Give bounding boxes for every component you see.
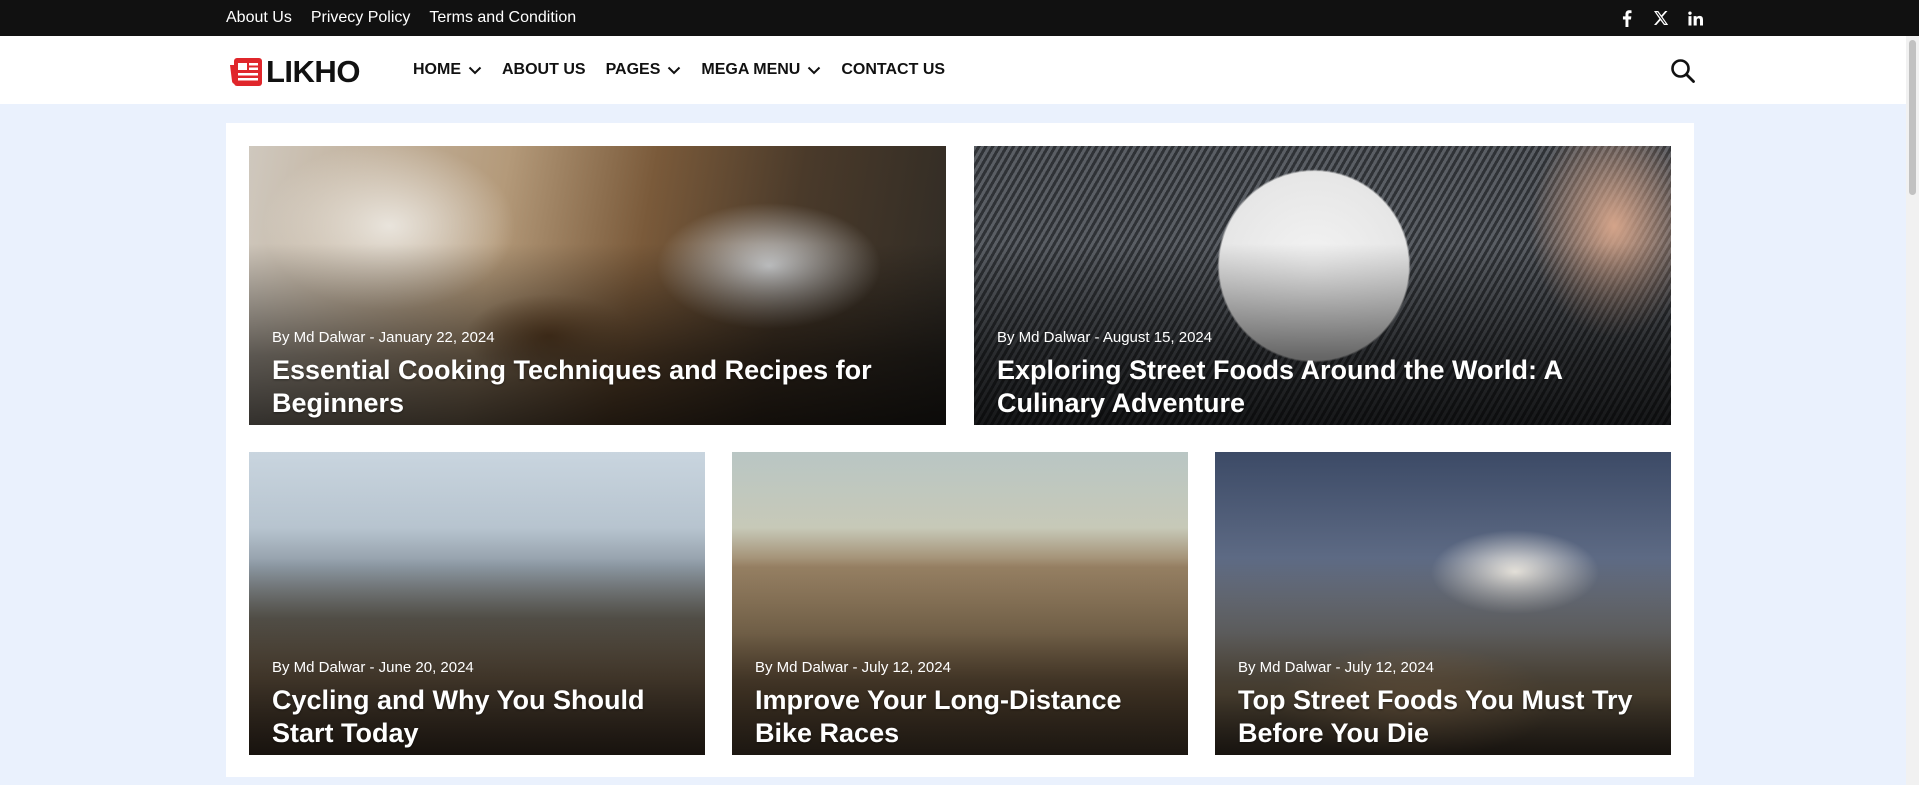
top-link-privacy-policy[interactable]: Privecy Policy bbox=[311, 9, 411, 27]
top-bar: About Us Privecy Policy Terms and Condit… bbox=[0, 0, 1919, 36]
linkedin-icon[interactable] bbox=[1686, 9, 1704, 27]
facebook-icon[interactable] bbox=[1618, 9, 1636, 27]
search-icon bbox=[1671, 59, 1695, 83]
chevron-down-icon bbox=[668, 66, 681, 74]
nav-mega-menu-label: MEGA MENU bbox=[701, 61, 801, 78]
chevron-down-icon bbox=[808, 66, 821, 74]
post-title[interactable]: Exploring Street Foods Around the World:… bbox=[997, 354, 1648, 420]
post-title[interactable]: Improve Your Long-Distance Bike Races bbox=[755, 684, 1165, 750]
chevron-down-icon bbox=[468, 66, 482, 74]
nav-contact-us[interactable]: CONTACT US bbox=[841, 61, 945, 79]
post-card[interactable]: By Md Dalwar - July 12, 2024 Top Street … bbox=[1215, 452, 1671, 755]
post-meta: By Md Dalwar - June 20, 2024 bbox=[272, 659, 474, 676]
nav-mega-menu[interactable]: MEGA MENU bbox=[701, 61, 821, 79]
nav-home[interactable]: HOME bbox=[413, 61, 482, 79]
post-card[interactable]: By Md Dalwar - June 20, 2024 Cycling and… bbox=[249, 452, 705, 755]
social-links bbox=[1618, 0, 1704, 36]
nav-about-us[interactable]: ABOUT US bbox=[502, 61, 586, 79]
scrollbar-thumb[interactable] bbox=[1909, 40, 1916, 195]
post-meta: By Md Dalwar - August 15, 2024 bbox=[997, 329, 1213, 346]
post-card[interactable]: By Md Dalwar - July 12, 2024 Improve You… bbox=[732, 452, 1188, 755]
site-logo[interactable]: LIKHO bbox=[228, 54, 360, 90]
top-links: About Us Privecy Policy Terms and Condit… bbox=[226, 0, 576, 36]
post-title[interactable]: Top Street Foods You Must Try Before You… bbox=[1238, 684, 1648, 750]
newspaper-logo-icon bbox=[230, 58, 262, 86]
nav-contact-us-label: CONTACT US bbox=[841, 61, 946, 78]
search-button[interactable] bbox=[1670, 58, 1696, 84]
x-twitter-icon[interactable] bbox=[1652, 9, 1670, 27]
nav-about-us-label: ABOUT US bbox=[502, 61, 586, 78]
post-meta: By Md Dalwar - July 12, 2024 bbox=[755, 659, 951, 676]
main-nav: HOME ABOUT US PAGES MEGA MENU CONTACT US bbox=[413, 36, 965, 104]
post-title[interactable]: Essential Cooking Techniques and Recipes… bbox=[272, 354, 923, 420]
nav-home-label: HOME bbox=[413, 61, 461, 78]
nav-pages-label: PAGES bbox=[605, 61, 661, 78]
page-scrollbar[interactable] bbox=[1906, 36, 1919, 785]
post-meta: By Md Dalwar - January 22, 2024 bbox=[272, 329, 495, 346]
nav-pages[interactable]: PAGES bbox=[606, 61, 682, 79]
post-meta: By Md Dalwar - July 12, 2024 bbox=[1238, 659, 1434, 676]
top-link-about-us[interactable]: About Us bbox=[226, 9, 292, 27]
logo-text: LIKHO bbox=[266, 54, 360, 89]
post-card[interactable]: By Md Dalwar - August 15, 2024 Exploring… bbox=[974, 146, 1671, 425]
site-header: LIKHO HOME ABOUT US PAGES MEGA MENU CONT… bbox=[0, 36, 1919, 104]
post-card[interactable]: By Md Dalwar - January 22, 2024 Essentia… bbox=[249, 146, 946, 425]
top-link-terms[interactable]: Terms and Condition bbox=[429, 9, 576, 27]
post-title[interactable]: Cycling and Why You Should Start Today bbox=[272, 684, 682, 750]
